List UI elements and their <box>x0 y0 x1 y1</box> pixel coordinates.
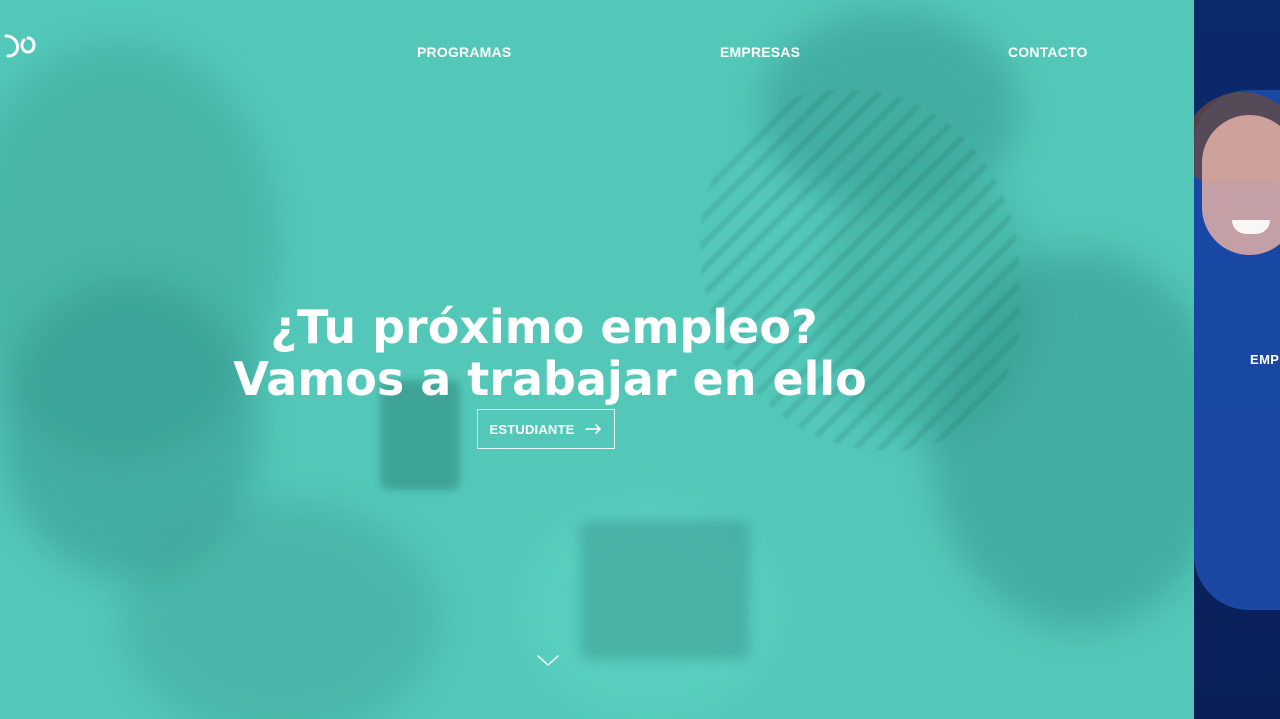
hero-headline-line-2: Vamos a trabajar en ello <box>233 351 867 406</box>
chevron-down-icon[interactable] <box>536 654 560 668</box>
top-navigation: PROGRAMAS EMPRESAS CONTACTO <box>0 0 1194 100</box>
hero-section: PROGRAMAS EMPRESAS CONTACTO ¿Tu próximo … <box>0 0 1194 719</box>
nav-item-contacto[interactable]: CONTACTO <box>1008 44 1088 60</box>
nav-item-empresas[interactable]: EMPRESAS <box>720 44 800 60</box>
side-panel-face-shape <box>1202 115 1280 255</box>
side-panel-label: EMPR <box>1250 352 1280 367</box>
side-panel-preview[interactable]: EMPR <box>1194 0 1280 719</box>
hero-headline-line-1: ¿Tu próximo empleo? <box>270 299 818 354</box>
student-cta-label: ESTUDIANTE <box>489 421 575 437</box>
arrow-right-icon <box>584 423 603 435</box>
hero-headline: ¿Tu próximo empleo? Vamos a trabajar en … <box>210 301 890 405</box>
nav-item-programas[interactable]: PROGRAMAS <box>417 44 511 60</box>
hero-background-shape <box>120 500 440 719</box>
student-cta-button[interactable]: ESTUDIANTE <box>477 409 615 449</box>
hero-background-tablet-shape <box>580 520 750 660</box>
